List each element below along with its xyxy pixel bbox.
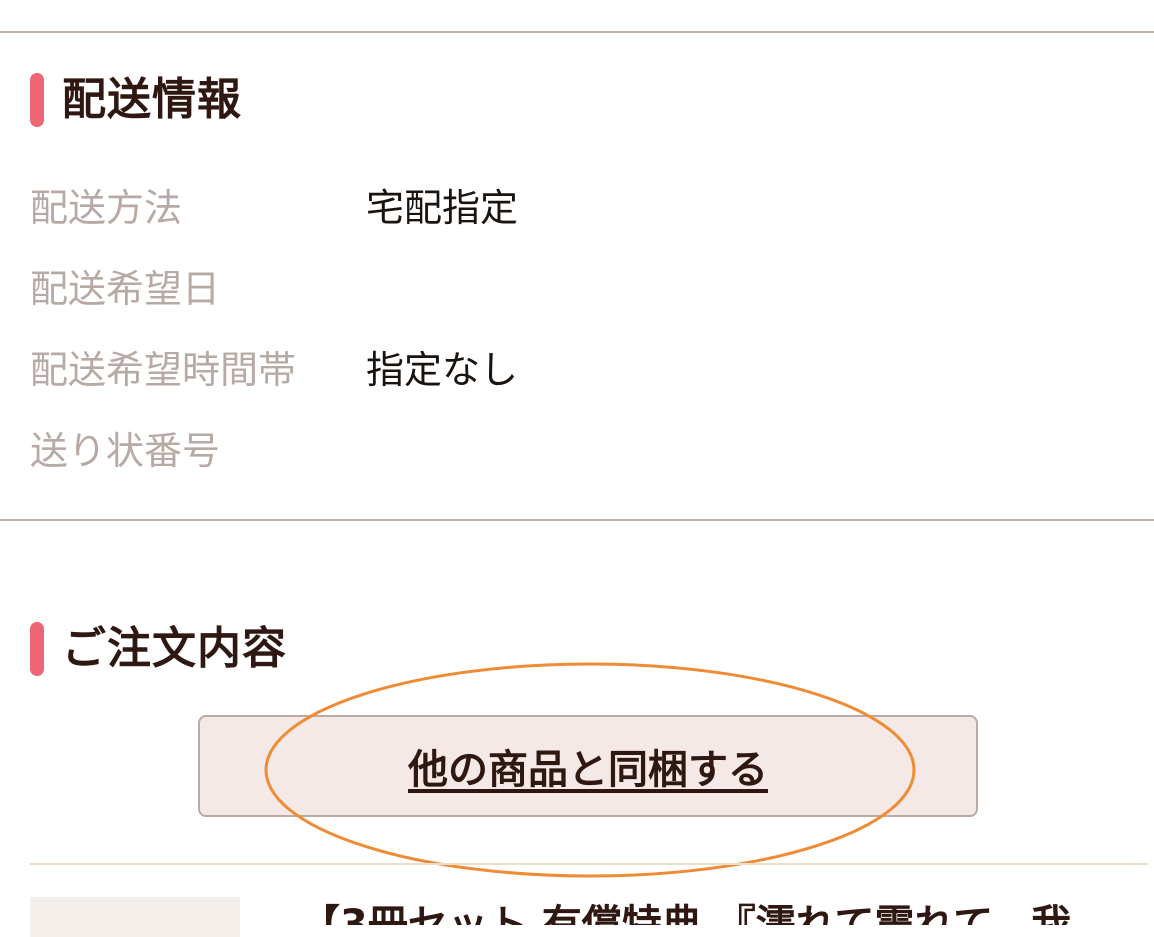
bundle-with-other-items-button[interactable]: 他の商品と同梱する [198, 715, 978, 817]
shipping-method-value: 宅配指定 [366, 186, 519, 230]
product-thumbnail[interactable] [30, 897, 240, 937]
section-divider [0, 519, 1154, 521]
heading-accent-bar [30, 73, 44, 127]
order-section-heading: ご注文内容 [30, 622, 287, 676]
product-title-link[interactable]: 【3冊セット 有償特典 『濡れて震れて、我 [300, 895, 1130, 925]
delivery-date-label: 配送希望日 [30, 267, 221, 311]
order-section-title: ご注文内容 [62, 623, 287, 674]
delivery-time-label: 配送希望時間帯 [30, 348, 297, 392]
heading-accent-bar [30, 622, 44, 676]
item-divider [30, 863, 1148, 865]
shipping-section-title: 配送情報 [62, 74, 242, 125]
delivery-time-value: 指定なし [366, 348, 519, 392]
top-divider [0, 31, 1154, 33]
shipping-method-label: 配送方法 [30, 186, 183, 230]
tracking-number-label: 送り状番号 [30, 429, 221, 473]
bundle-button-label: 他の商品と同梱する [408, 747, 768, 793]
shipping-section-heading: 配送情報 [30, 73, 242, 127]
